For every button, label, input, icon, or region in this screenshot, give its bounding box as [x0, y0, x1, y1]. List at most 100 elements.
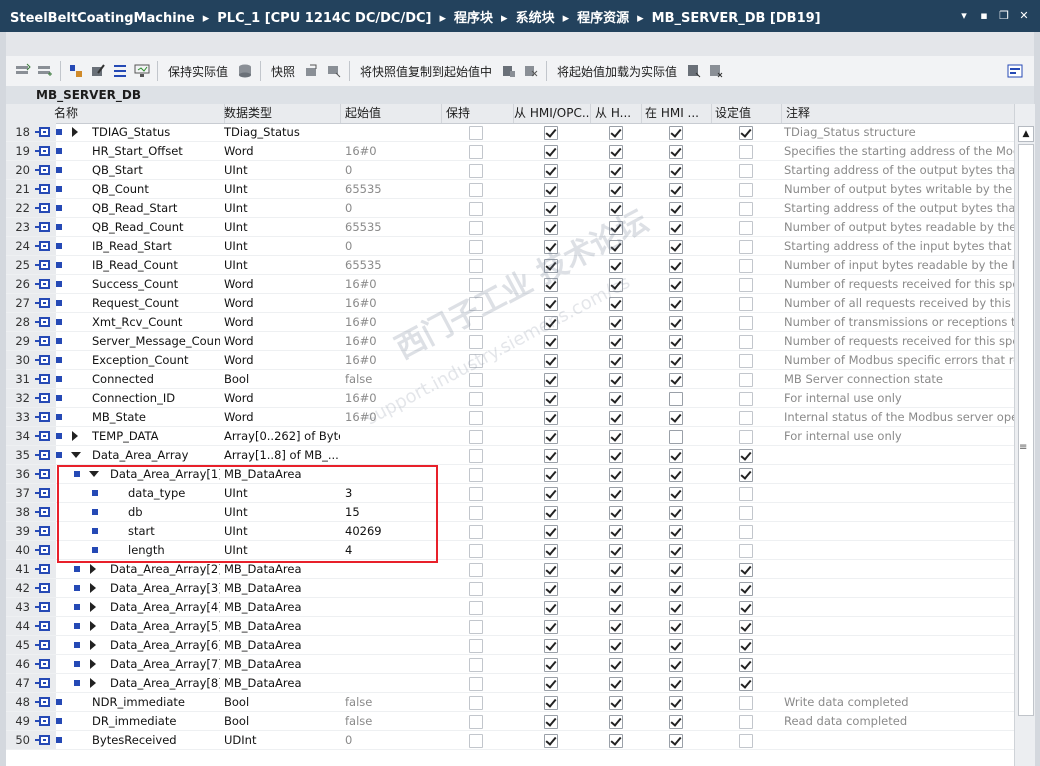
start-value[interactable]: [345, 655, 445, 674]
in-hmi-checkbox[interactable]: [669, 126, 683, 140]
member-name[interactable]: Exception_Count: [92, 351, 220, 370]
retain-checkbox[interactable]: [469, 392, 483, 406]
retain-checkbox[interactable]: [469, 164, 483, 178]
retain-checkbox[interactable]: [469, 354, 483, 368]
hmi-opc-checkbox[interactable]: [544, 525, 558, 539]
member-comment[interactable]: [784, 617, 1014, 636]
member-type[interactable]: MB_DataArea: [224, 636, 340, 655]
from-h-checkbox[interactable]: [609, 620, 623, 634]
member-comment[interactable]: [784, 465, 1014, 484]
from-h-checkbox[interactable]: [609, 164, 623, 178]
retain-checkbox[interactable]: [469, 563, 483, 577]
table-row[interactable]: 25 IB_Read_Count UInt 65535 Number of input …: [6, 256, 1014, 275]
member-comment[interactable]: Number of requests received for this spe…: [784, 332, 1014, 351]
member-comment[interactable]: [784, 541, 1014, 560]
setpoint-checkbox[interactable]: [739, 373, 753, 387]
hmi-opc-checkbox[interactable]: [544, 696, 558, 710]
scroll-thumb[interactable]: [1018, 144, 1034, 716]
retain-checkbox[interactable]: [469, 506, 483, 520]
hmi-opc-checkbox[interactable]: [544, 449, 558, 463]
col-start[interactable]: 起始值: [341, 104, 442, 123]
from-h-checkbox[interactable]: [609, 297, 623, 311]
member-type[interactable]: MB_DataArea: [224, 598, 340, 617]
retain-checkbox[interactable]: [469, 221, 483, 235]
setpoint-checkbox[interactable]: [739, 696, 753, 710]
member-name[interactable]: QB_Count: [92, 180, 220, 199]
table-row[interactable]: 34 TEMP_DATA Array[0..262] of Byte For inte…: [6, 427, 1014, 446]
start-value[interactable]: 16#0: [345, 294, 445, 313]
in-hmi-checkbox[interactable]: [669, 449, 683, 463]
member-name[interactable]: IB_Read_Count: [92, 256, 220, 275]
table-row[interactable]: 28 Xmt_Rcv_Count Word 16#0 Number of transmi…: [6, 313, 1014, 332]
member-type[interactable]: Array[0..262] of Byte: [224, 427, 340, 446]
member-comment[interactable]: [784, 655, 1014, 674]
list-icon[interactable]: [111, 62, 129, 80]
col-retain[interactable]: 保持: [442, 104, 514, 123]
member-comment[interactable]: [784, 598, 1014, 617]
close-icon[interactable]: ✕: [1018, 8, 1030, 22]
member-type[interactable]: MB_DataArea: [224, 655, 340, 674]
member-name[interactable]: TEMP_DATA: [92, 427, 220, 446]
restore-icon[interactable]: ❐: [998, 8, 1010, 22]
from-h-checkbox[interactable]: [609, 658, 623, 672]
setpoint-checkbox[interactable]: [739, 145, 753, 159]
table-row[interactable]: 46 Data_Area_Array[7] MB_DataArea: [6, 655, 1014, 674]
hmi-opc-checkbox[interactable]: [544, 297, 558, 311]
view-settings-icon[interactable]: [1006, 62, 1024, 80]
from-h-checkbox[interactable]: [609, 373, 623, 387]
setpoint-checkbox[interactable]: [739, 411, 753, 425]
from-h-checkbox[interactable]: [609, 715, 623, 729]
from-h-checkbox[interactable]: [609, 183, 623, 197]
setpoint-checkbox[interactable]: [739, 297, 753, 311]
setpoint-checkbox[interactable]: [739, 639, 753, 653]
in-hmi-checkbox[interactable]: [669, 715, 683, 729]
start-value[interactable]: 0: [345, 731, 445, 750]
from-h-checkbox[interactable]: [609, 582, 623, 596]
member-comment[interactable]: [784, 446, 1014, 465]
scroll-up-icon[interactable]: ▲: [1018, 126, 1034, 142]
table-row[interactable]: 42 Data_Area_Array[3] MB_DataArea: [6, 579, 1014, 598]
start-value[interactable]: false: [345, 712, 445, 731]
setpoint-checkbox[interactable]: [739, 354, 753, 368]
retain-checkbox[interactable]: [469, 734, 483, 748]
table-row[interactable]: 26 Success_Count Word 16#0 Number of request…: [6, 275, 1014, 294]
start-value[interactable]: 65535: [345, 180, 445, 199]
expand-arrow-icon[interactable]: [90, 602, 96, 612]
member-type[interactable]: Bool: [224, 370, 340, 389]
from-h-checkbox[interactable]: [609, 392, 623, 406]
member-comment[interactable]: [784, 674, 1014, 693]
member-name[interactable]: Data_Area_Array[8]: [110, 674, 220, 693]
retain-checkbox[interactable]: [469, 278, 483, 292]
member-type[interactable]: Bool: [224, 712, 340, 731]
member-type[interactable]: Word: [224, 351, 340, 370]
setpoint-checkbox[interactable]: [739, 715, 753, 729]
retain-checkbox[interactable]: [469, 373, 483, 387]
vertical-scrollbar[interactable]: ▲ ≡: [1014, 104, 1035, 766]
table-row[interactable]: 43 Data_Area_Array[4] MB_DataArea: [6, 598, 1014, 617]
in-hmi-checkbox[interactable]: [669, 164, 683, 178]
member-name[interactable]: Data_Area_Array[6]: [110, 636, 220, 655]
collapse-arrow-icon[interactable]: [71, 452, 81, 458]
member-comment[interactable]: Number of Modbus specific errors that re…: [784, 351, 1014, 370]
in-hmi-checkbox[interactable]: [669, 468, 683, 482]
expand-arrow-icon[interactable]: [72, 127, 78, 137]
retain-checkbox[interactable]: [469, 620, 483, 634]
member-comment[interactable]: Write data completed: [784, 693, 1014, 712]
from-h-checkbox[interactable]: [609, 563, 623, 577]
setpoint-checkbox[interactable]: [739, 202, 753, 216]
in-hmi-checkbox[interactable]: [669, 278, 683, 292]
in-hmi-checkbox[interactable]: [669, 544, 683, 558]
start-value[interactable]: [345, 636, 445, 655]
hmi-opc-checkbox[interactable]: [544, 601, 558, 615]
in-hmi-checkbox[interactable]: [669, 259, 683, 273]
table-row[interactable]: 48 NDR_immediate Bool false Write data compl…: [6, 693, 1014, 712]
member-name[interactable]: Xmt_Rcv_Count: [92, 313, 220, 332]
copy-start-alt-icon[interactable]: [522, 62, 540, 80]
hmi-opc-checkbox[interactable]: [544, 335, 558, 349]
member-type[interactable]: UInt: [224, 237, 340, 256]
setpoint-checkbox[interactable]: [739, 525, 753, 539]
retain-checkbox[interactable]: [469, 430, 483, 444]
in-hmi-checkbox[interactable]: [669, 335, 683, 349]
col-hmi-opc[interactable]: 从 HMI/OPC...: [510, 104, 591, 123]
in-hmi-checkbox[interactable]: [669, 240, 683, 254]
